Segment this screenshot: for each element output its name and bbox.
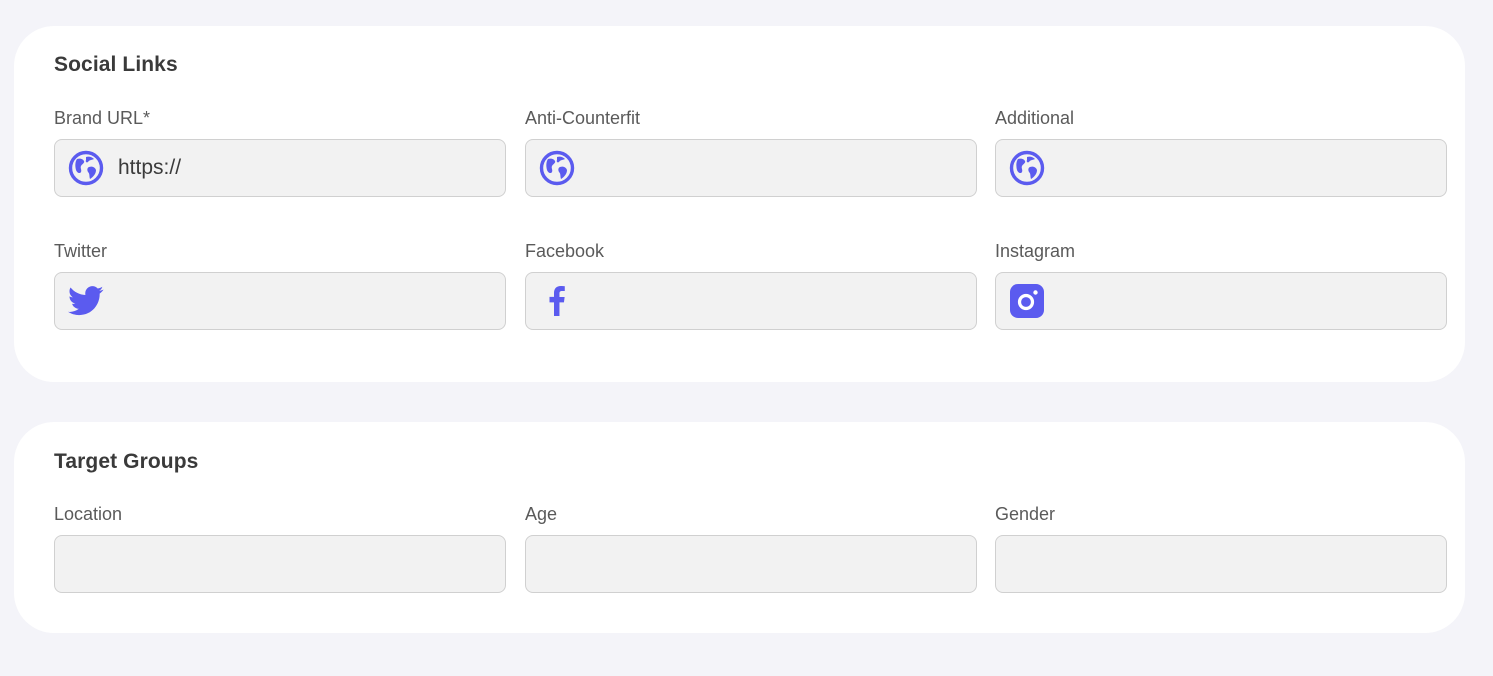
twitter-input-box[interactable] bbox=[54, 272, 506, 330]
brand-url-label: Brand URL* bbox=[54, 108, 151, 128]
facebook-field: Facebook bbox=[525, 240, 977, 330]
additional-label: Additional bbox=[995, 108, 1075, 128]
instagram-field: Instagram bbox=[995, 240, 1447, 330]
facebook-input-box[interactable] bbox=[525, 272, 977, 330]
instagram-icon bbox=[1009, 283, 1045, 319]
additional-input-box[interactable] bbox=[995, 139, 1447, 197]
age-field: Age bbox=[525, 503, 977, 593]
age-label: Age bbox=[525, 504, 558, 524]
gender-input[interactable] bbox=[1009, 552, 1446, 576]
instagram-label: Instagram bbox=[995, 241, 1076, 261]
facebook-icon bbox=[539, 283, 575, 319]
twitter-field: Twitter bbox=[54, 240, 506, 330]
brand-url-field: Brand URL* bbox=[54, 107, 506, 197]
location-field: Location bbox=[54, 503, 506, 593]
target-groups-title: Target Groups bbox=[54, 450, 199, 473]
age-input-box[interactable] bbox=[525, 535, 977, 593]
location-label: Location bbox=[54, 504, 123, 524]
globe-icon bbox=[68, 150, 104, 186]
twitter-label: Twitter bbox=[54, 241, 108, 261]
instagram-input[interactable] bbox=[1059, 289, 1446, 313]
globe-icon bbox=[539, 150, 575, 186]
anti-counterfit-input-box[interactable] bbox=[525, 139, 977, 197]
instagram-input-box[interactable] bbox=[995, 272, 1447, 330]
anti-counterfit-input[interactable] bbox=[589, 156, 976, 180]
social-links-card: Social Links Brand URL* Anti-Counterfit bbox=[14, 26, 1465, 382]
facebook-input[interactable] bbox=[589, 289, 976, 313]
brand-url-input-box[interactable] bbox=[54, 139, 506, 197]
twitter-input[interactable] bbox=[118, 289, 505, 313]
social-links-title: Social Links bbox=[54, 53, 178, 76]
gender-label: Gender bbox=[995, 504, 1056, 524]
gender-field: Gender bbox=[995, 503, 1447, 593]
globe-icon bbox=[1009, 150, 1045, 186]
location-input[interactable] bbox=[68, 552, 505, 576]
anti-counterfit-field: Anti-Counterfit bbox=[525, 107, 977, 197]
facebook-label: Facebook bbox=[525, 241, 605, 261]
additional-field: Additional bbox=[995, 107, 1447, 197]
target-groups-card: Target Groups Location Age Gender bbox=[14, 422, 1465, 633]
age-input[interactable] bbox=[539, 552, 976, 576]
additional-input[interactable] bbox=[1059, 156, 1446, 180]
location-input-box[interactable] bbox=[54, 535, 506, 593]
anti-counterfit-label: Anti-Counterfit bbox=[525, 108, 641, 128]
gender-input-box[interactable] bbox=[995, 535, 1447, 593]
twitter-icon bbox=[68, 283, 104, 319]
brand-url-input[interactable] bbox=[118, 156, 505, 180]
